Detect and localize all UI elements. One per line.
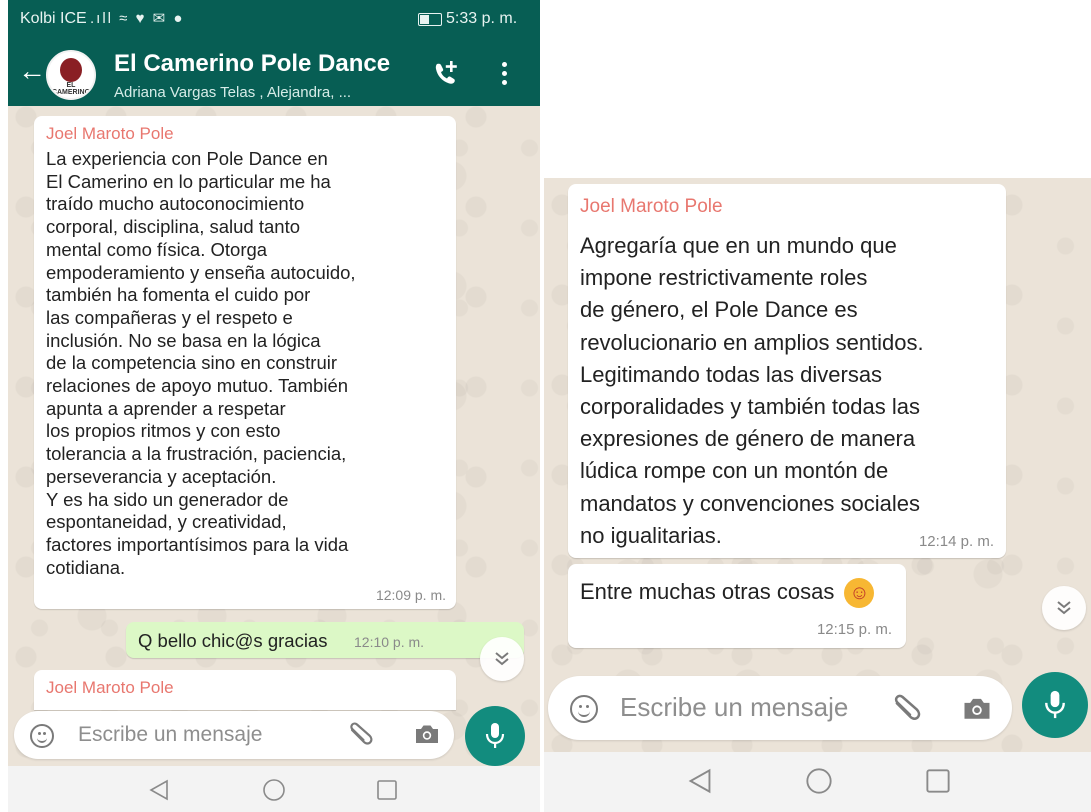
message-composer: Escribe un mensaje [548, 676, 1012, 740]
right-chat-screen: Joel Maroto Pole Agregaría que en un mun… [544, 178, 1091, 812]
attach-icon[interactable] [346, 722, 374, 748]
emoji-icon[interactable] [570, 695, 598, 723]
voice-record-button[interactable] [465, 706, 525, 766]
group-avatar[interactable]: EL CAMERINO [46, 50, 96, 100]
camera-icon[interactable] [414, 723, 440, 745]
message-bubble-incoming: Joel Maroto Pole Agregaría que en un mun… [568, 184, 1006, 558]
message-input[interactable]: Escribe un mensaje [78, 723, 262, 747]
emoji-icon[interactable] [30, 724, 54, 748]
message-input[interactable]: Escribe un mensaje [620, 692, 848, 723]
avatar-figure [60, 58, 82, 82]
avatar-logo-text: EL CAMERINO [51, 82, 91, 96]
message-bubble-incoming: Entre muchas otras cosas ☺ 12:15 p. m. [568, 564, 906, 648]
smiling-face-emoji: ☺ [844, 578, 875, 608]
android-nav-bar [8, 766, 540, 812]
message-time: 12:10 p. m. [354, 634, 425, 650]
status-time: 5:33 p. m. [446, 10, 518, 27]
nav-recents-icon[interactable] [925, 768, 951, 794]
status-icons: .ıll ≈ ♥ ✉ ● [90, 10, 185, 27]
battery-icon [418, 13, 442, 26]
scroll-down-icon [495, 652, 509, 666]
message-sender[interactable]: Joel Maroto Pole [580, 196, 723, 218]
message-time: 12:14 p. m. [918, 533, 994, 550]
carrier-name: Kolbi ICE [20, 10, 87, 27]
android-nav-bar [544, 752, 1091, 812]
chat-header: ← EL CAMERINO El Camerino Pole Dance Adr… [8, 40, 540, 106]
message-bubble-incoming: Joel Maroto Pole [34, 670, 456, 710]
message-sender[interactable]: Joel Maroto Pole [46, 124, 174, 144]
nav-recents-icon[interactable] [376, 779, 398, 801]
message-bubble-incoming: Joel Maroto Pole La experiencia con Pole… [34, 116, 456, 609]
message-sender[interactable]: Joel Maroto Pole [46, 678, 174, 698]
status-bar: Kolbi ICE .ıll ≈ ♥ ✉ ● 5:33 p. m. [8, 0, 540, 40]
message-text: Entre muchas otras cosas ☺ [580, 578, 875, 608]
mic-icon [485, 723, 505, 748]
nav-back-icon[interactable] [687, 768, 713, 794]
more-vert-icon[interactable] [502, 62, 508, 86]
message-text: Q bello chic@s gracias [138, 630, 328, 651]
message-time: 12:15 p. m. [816, 621, 892, 638]
voice-record-button[interactable] [1022, 672, 1088, 738]
message-text-content: Entre muchas otras cosas [580, 578, 835, 604]
nav-back-icon[interactable] [148, 779, 170, 801]
message-composer: Escribe un mensaje [14, 711, 454, 759]
scroll-down-icon [1057, 601, 1071, 615]
message-bubble-outgoing: Q bello chic@s gracias 12:10 p. m. [126, 622, 524, 658]
camera-icon[interactable] [962, 696, 992, 721]
group-participants[interactable]: Adriana Vargas Telas , Alejandra, ... [114, 84, 351, 101]
back-arrow-icon[interactable]: ← [18, 54, 46, 88]
scroll-down-button[interactable] [480, 637, 524, 681]
message-text: La experiencia con Pole Dance en El Came… [46, 148, 356, 578]
attach-icon[interactable] [890, 694, 922, 724]
group-title[interactable]: El Camerino Pole Dance [114, 50, 390, 78]
nav-home-icon[interactable] [805, 767, 833, 795]
left-chat-screen: Kolbi ICE .ıll ≈ ♥ ✉ ● 5:33 p. m. ← EL C… [8, 0, 540, 812]
add-call-icon[interactable] [432, 58, 460, 88]
message-time: 12:09 p. m. [375, 587, 446, 603]
mic-icon [1045, 690, 1065, 719]
nav-home-icon[interactable] [262, 778, 286, 802]
message-text: Agregaría que en un mundo que impone res… [580, 233, 924, 548]
scroll-down-button[interactable] [1042, 586, 1086, 630]
